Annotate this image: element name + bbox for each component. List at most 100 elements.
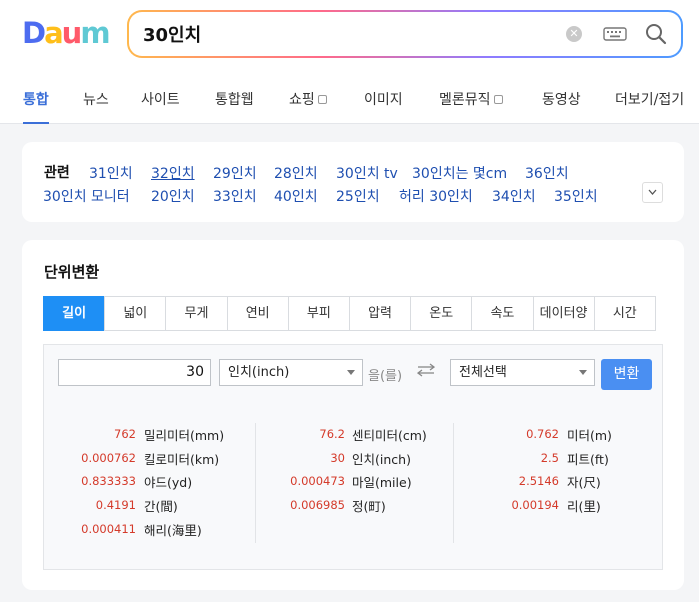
related-item[interactable]: 29인치: [213, 163, 257, 183]
result-unit: 자(尺): [567, 475, 601, 490]
related-item[interactable]: 30인치 tv: [336, 163, 398, 183]
to-unit-select[interactable]: 전체선택: [450, 359, 595, 386]
tab-temperature[interactable]: 온도: [410, 296, 473, 331]
result-unit: 간(間): [144, 499, 178, 514]
result-value: 0.762: [526, 427, 559, 441]
result-row: 0.833333 야드(yd): [44, 472, 256, 492]
result-row: 0.000411 해리(海里): [44, 520, 256, 540]
logo-letter-u: u: [61, 16, 83, 50]
unit-converter: 단위변환 길이 넓이 무게 연비 부피 압력 온도 속도 데이터양 시간 30 …: [22, 240, 684, 590]
result-value: 0.006985: [290, 498, 345, 512]
expand-related-button[interactable]: [642, 182, 663, 203]
result-unit: 센티미터(cm): [352, 428, 427, 443]
nav-tabs: 통합 뉴스 사이트 통합웹 쇼핑 이미지 멜론뮤직 동영상 더보기/접기: [0, 78, 699, 124]
tab-area[interactable]: 넓이: [104, 296, 167, 331]
tab-shopping[interactable]: 쇼핑: [289, 78, 327, 124]
tab-volume[interactable]: 부피: [287, 296, 350, 331]
search-box: ✕: [129, 12, 681, 56]
tab-fuel-efficiency[interactable]: 연비: [226, 296, 289, 331]
daum-logo[interactable]: D a u m: [22, 16, 111, 50]
external-box-icon: [493, 95, 503, 104]
eul-label: 을(를): [368, 369, 403, 384]
tab-melon-music[interactable]: 멜론뮤직: [439, 78, 503, 124]
external-box-icon: [317, 95, 327, 104]
clear-icon[interactable]: ✕: [566, 26, 582, 42]
related-item[interactable]: 허리 30인치: [399, 186, 473, 206]
result-unit: 밀리미터(mm): [144, 428, 225, 443]
related-item[interactable]: 33인치: [213, 186, 257, 206]
related-item[interactable]: 30인치는 몇cm: [412, 163, 507, 183]
result-value: 2.5146: [518, 474, 559, 488]
result-value: 762: [114, 427, 136, 441]
result-row: 30 인치(inch): [256, 449, 456, 469]
tab-data[interactable]: 데이터양: [532, 296, 595, 331]
swap-icon[interactable]: [417, 363, 435, 377]
related-item[interactable]: 30인치 모니터: [43, 186, 130, 206]
result-row: 0.006985 정(町): [256, 496, 456, 516]
result-unit: 킬로미터(km): [144, 452, 220, 467]
result-unit: 마일(mile): [352, 475, 412, 490]
result-row: 76.2 센티미터(cm): [256, 425, 456, 445]
tab-pressure[interactable]: 압력: [348, 296, 412, 331]
header: D a u m ✕ 통합 뉴스 사이트 통합웹 쇼핑 이미지 멜론뮤직 동: [0, 0, 699, 124]
converter-title: 단위변환: [44, 263, 100, 281]
from-unit-label: 인치(inch): [228, 365, 290, 380]
tab-images[interactable]: 이미지: [364, 78, 403, 124]
logo-letter-m: m: [80, 16, 110, 50]
result-row: 0.4191 간(間): [44, 496, 256, 516]
to-unit-label: 전체선택: [459, 365, 507, 380]
result-unit: 해리(海里): [144, 523, 202, 538]
related-item[interactable]: 40인치: [274, 186, 318, 206]
search-bar: ✕: [127, 10, 683, 58]
tab-news[interactable]: 뉴스: [83, 78, 109, 124]
tab-length[interactable]: 길이: [43, 296, 106, 331]
tab-integrated[interactable]: 통합: [23, 78, 49, 124]
related-item[interactable]: 32인치: [151, 163, 195, 183]
result-value: 76.2: [319, 427, 345, 441]
result-value: 0.000411: [81, 522, 136, 536]
related-item[interactable]: 34인치: [492, 186, 536, 206]
tab-weight[interactable]: 무게: [165, 296, 228, 331]
related-item[interactable]: 31인치: [89, 163, 133, 183]
search-icon[interactable]: [645, 23, 667, 45]
related-label: 관련: [44, 165, 70, 181]
tab-speed[interactable]: 속도: [471, 296, 534, 331]
keyboard-icon[interactable]: [603, 26, 627, 42]
related-item[interactable]: 36인치: [525, 163, 569, 183]
result-value: 30: [330, 451, 345, 465]
result-unit: 인치(inch): [352, 452, 411, 467]
result-row: 2.5 피트(ft): [454, 449, 659, 469]
logo-letter-d: D: [22, 16, 46, 50]
tab-time[interactable]: 시간: [593, 296, 656, 331]
result-unit: 야드(yd): [144, 475, 193, 490]
tab-web[interactable]: 통합웹: [215, 78, 254, 124]
chevron-down-icon: [648, 189, 657, 195]
tab-more[interactable]: 더보기/접기: [615, 78, 684, 124]
result-value: 0.000762: [81, 451, 136, 465]
result-unit: 리(里): [567, 499, 601, 514]
tab-video[interactable]: 동영상: [542, 78, 581, 124]
result-row: 0.00194 리(里): [454, 496, 659, 516]
result-unit: 미터(m): [567, 428, 612, 443]
dropdown-arrow-icon: [347, 370, 355, 375]
convert-button[interactable]: 변환: [601, 359, 652, 390]
value-input[interactable]: 30: [58, 359, 211, 386]
related-item[interactable]: 28인치: [274, 163, 318, 183]
search-input[interactable]: [143, 12, 543, 56]
result-value: 0.833333: [81, 474, 136, 488]
related-searches: 관련 31인치 32인치 29인치 28인치 30인치 tv 30인치는 몇cm…: [22, 142, 684, 222]
result-row: 762 밀리미터(mm): [44, 425, 256, 445]
related-item[interactable]: 25인치: [336, 186, 380, 206]
tab-sites[interactable]: 사이트: [141, 78, 180, 124]
result-value: 0.4191: [95, 498, 136, 512]
related-item[interactable]: 20인치: [151, 186, 195, 206]
related-item[interactable]: 35인치: [554, 186, 598, 206]
result-row: 0.000762 킬로미터(km): [44, 449, 256, 469]
dropdown-arrow-icon: [579, 370, 587, 375]
result-value: 0.00194: [511, 498, 559, 512]
result-row: 0.762 미터(m): [454, 425, 659, 445]
from-unit-select[interactable]: 인치(inch): [219, 359, 363, 386]
result-value: 0.000473: [290, 474, 345, 488]
result-unit: 피트(ft): [567, 452, 609, 467]
result-unit: 정(町): [352, 499, 386, 514]
